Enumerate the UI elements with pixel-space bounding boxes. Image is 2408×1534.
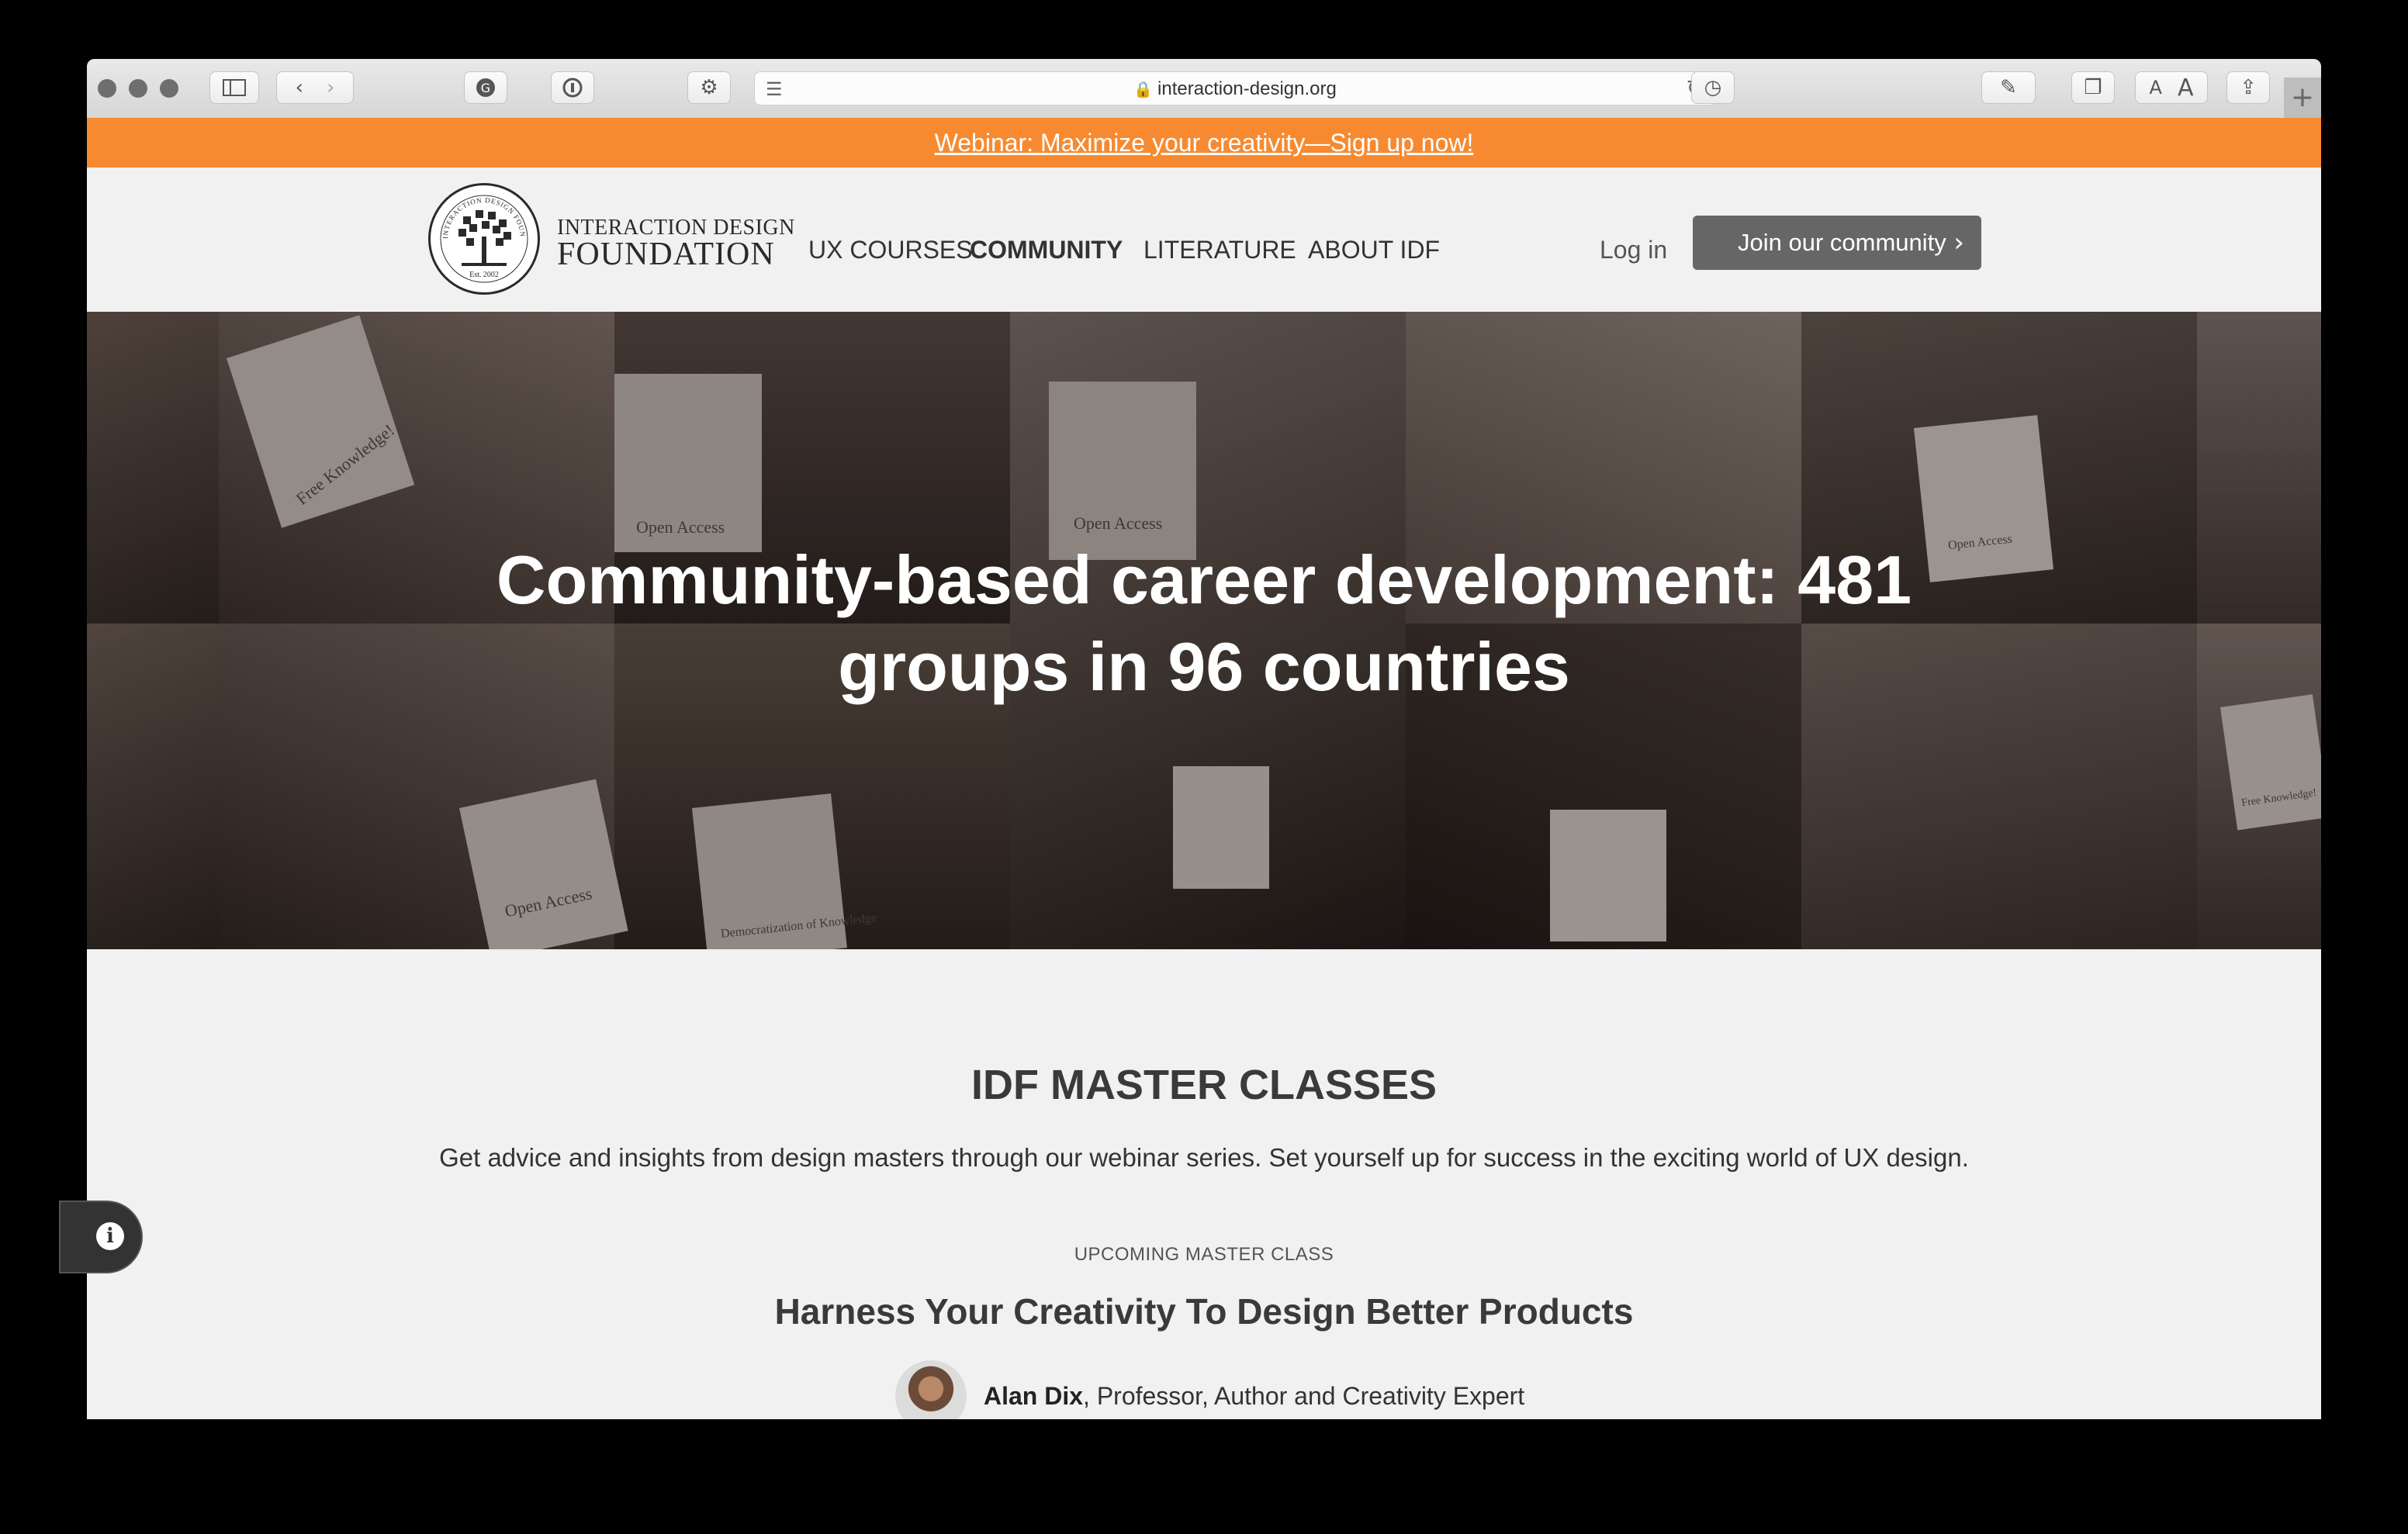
- back-icon[interactable]: ‹: [296, 76, 303, 99]
- font-larger-button[interactable]: A: [2178, 74, 2194, 102]
- password-manager-button[interactable]: [551, 71, 594, 104]
- sidebar-toggle-button[interactable]: [209, 71, 259, 104]
- 1password-icon: [562, 78, 583, 98]
- join-label: Join our community: [1738, 229, 1946, 256]
- hero-banner: Free Knowledge! Open Access Open Access …: [87, 312, 2321, 949]
- share-button[interactable]: ⇪: [2226, 71, 2270, 104]
- section-description: Get advice and insights from design mast…: [439, 1143, 1969, 1172]
- master-classes-section: IDF MASTER CLASSES Get advice and insigh…: [87, 949, 2321, 1419]
- new-tab-icon: +: [2290, 81, 2315, 113]
- share-icon: ⇪: [2240, 76, 2257, 99]
- history-icon: ◷: [1704, 76, 1722, 99]
- avatar: [895, 1360, 967, 1419]
- back-forward-group: ‹ ›: [276, 71, 354, 104]
- webinar-link[interactable]: Webinar: Maximize your creativity—Sign u…: [935, 129, 1474, 157]
- svg-text:G: G: [481, 81, 490, 95]
- edit-icon: ✎: [2000, 76, 2017, 99]
- zoom-window-button[interactable]: [160, 79, 178, 98]
- minimize-window-button[interactable]: [129, 79, 147, 98]
- lock-icon: 🔒: [1133, 81, 1154, 98]
- nav-about-idf[interactable]: ABOUT IDF: [1308, 236, 1440, 264]
- section-title: IDF MASTER CLASSES: [970, 1062, 1438, 1108]
- webinar-banner: Webinar: Maximize your creativity—Sign u…: [87, 118, 2321, 168]
- idf-logo[interactable]: INTERACTION DESIGN FOUNDATION Est. 2002: [427, 179, 540, 295]
- settings-icon: ⚙: [700, 76, 718, 99]
- nav-literature[interactable]: LITERATURE: [1143, 236, 1296, 264]
- address-bar[interactable]: ☰ 🔒interaction-design.org ↻: [754, 71, 1716, 105]
- accessibility-info-button[interactable]: i: [59, 1201, 143, 1273]
- logo-wordmark-line2[interactable]: FOUNDATION: [557, 236, 775, 273]
- sidebar-icon: [223, 79, 246, 96]
- nav-ux-courses[interactable]: UX COURSES: [808, 236, 973, 264]
- browser-window: ‹ › G ⚙ ☰ 🔒interaction-design.org ↻ ◷ ✎ …: [87, 59, 2321, 1419]
- speaker-role: , Professor, Author and Creativity Exper…: [1083, 1382, 1525, 1410]
- markup-button[interactable]: ✎: [1981, 71, 2036, 104]
- speaker-info: Alan Dix, Professor, Author and Creativi…: [895, 1360, 1524, 1419]
- extension-settings-button[interactable]: ⚙: [687, 71, 731, 104]
- close-window-button[interactable]: [98, 79, 116, 98]
- tree-logo-icon: INTERACTION DESIGN FOUNDATION Est. 2002: [427, 179, 528, 283]
- nav-community[interactable]: COMMUNITY: [970, 236, 1123, 264]
- chevron-right-icon: ›: [1953, 227, 1964, 258]
- site-header: INTERACTION DESIGN FOUNDATION Est. 2002 …: [87, 168, 2321, 312]
- font-smaller-button[interactable]: A: [2150, 77, 2162, 98]
- new-tab-button[interactable]: +: [2284, 78, 2321, 118]
- grammarly-extension-button[interactable]: G: [464, 71, 507, 104]
- speaker-name: Alan Dix: [984, 1382, 1084, 1410]
- url-text: interaction-design.org: [1157, 78, 1337, 99]
- master-class-title[interactable]: Harness Your Creativity To Design Better…: [87, 1290, 2321, 1332]
- info-icon: i: [96, 1222, 124, 1250]
- history-button[interactable]: ◷: [1691, 71, 1735, 104]
- svg-text:Est. 2002: Est. 2002: [469, 271, 499, 279]
- join-community-button[interactable]: Join our community ›: [1693, 216, 1981, 270]
- font-size-group: A A: [2135, 71, 2208, 104]
- upcoming-label: UPCOMING MASTER CLASS: [1074, 1244, 1334, 1265]
- forward-icon[interactable]: ›: [327, 76, 334, 99]
- tabs-icon: ❐: [2084, 76, 2102, 99]
- login-link[interactable]: Log in: [1600, 236, 1667, 264]
- grammarly-icon: G: [476, 78, 495, 97]
- hero-title: Community-based career development: 481 …: [496, 541, 1912, 705]
- tab-overview-button[interactable]: ❐: [2071, 71, 2115, 104]
- browser-toolbar: ‹ › G ⚙ ☰ 🔒interaction-design.org ↻ ◷ ✎ …: [87, 59, 2321, 119]
